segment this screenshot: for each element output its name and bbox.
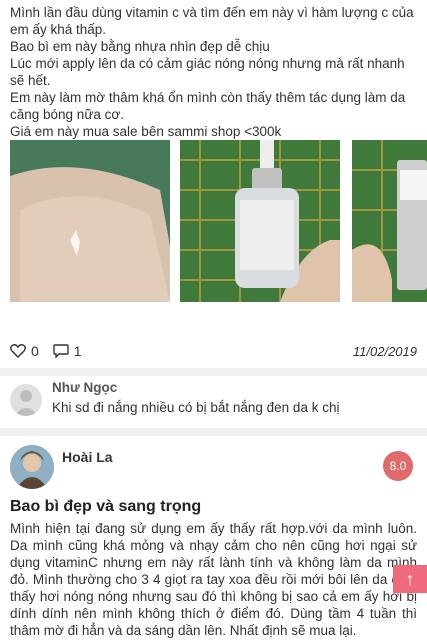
- avatar[interactable]: [10, 445, 54, 489]
- comment-count: 1: [73, 343, 82, 359]
- review-photo-bottle[interactable]: [180, 140, 340, 302]
- comment-button[interactable]: 1: [53, 343, 82, 359]
- score-badge: 8.0: [383, 451, 413, 481]
- section-divider: [0, 368, 427, 376]
- scroll-to-top-button[interactable]: ↑: [393, 565, 427, 593]
- review-line: Lúc mới apply lên da có cảm giác nóng nó…: [10, 56, 405, 88]
- review-date: 11/02/2019: [352, 343, 417, 359]
- review-photo-hand[interactable]: [10, 140, 170, 302]
- review-text: Mình lần đầu dùng vitamin c và tìm đến e…: [0, 0, 427, 140]
- review-line: Em này làm mờ thâm khá ổn mình còn thấy …: [10, 90, 406, 122]
- section-divider: [0, 428, 427, 436]
- arrow-up-icon: ↑: [405, 568, 415, 589]
- like-button[interactable]: 0: [10, 343, 39, 359]
- review-body: Mình hiện tại đang sử dụng em ấy thấy rấ…: [10, 521, 417, 638]
- heart-icon: [10, 344, 26, 358]
- reviewer-name[interactable]: Hoài La: [62, 449, 113, 465]
- review-line: Bao bì em này bằng nhựa nhìn đẹp dễ chịu: [10, 39, 270, 54]
- comment-icon: [53, 344, 69, 358]
- review-line: Giá em này mua sale bên sammi shop <300k: [10, 124, 282, 139]
- reviewer-header: Hoài La 8.0: [10, 445, 417, 493]
- review-photos: [10, 140, 427, 302]
- review-actions: 0 1 11/02/2019: [10, 340, 417, 362]
- avatar[interactable]: [10, 384, 42, 416]
- comment-text: Khi sd đi nắng nhiều có bị bắt nắng đen …: [52, 400, 340, 415]
- review-title: Bao bì đẹp và sang trọng: [10, 498, 202, 515]
- comment-author[interactable]: Như Ngọc: [52, 380, 117, 395]
- like-count: 0: [31, 343, 39, 359]
- review-line: Mình lần đầu dùng vitamin c và tìm đến e…: [10, 5, 414, 37]
- review-photo-box[interactable]: [352, 140, 427, 302]
- comment-item: Như Ngọc Khi sd đi nắng nhiều có bị bắt …: [10, 380, 417, 420]
